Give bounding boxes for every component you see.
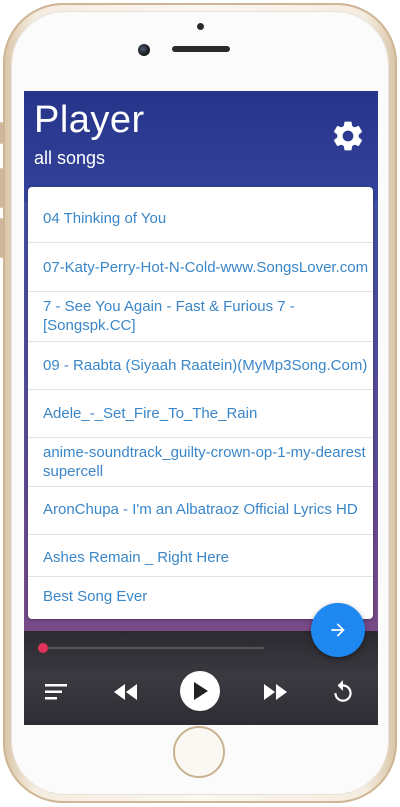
phone-side-button <box>0 122 3 144</box>
song-title: Best Song Ever <box>43 588 148 605</box>
progress-track[interactable] <box>42 647 264 649</box>
app-header: Player all songs <box>24 91 378 201</box>
list-item[interactable]: Adele_-_Set_Fire_To_The_Rain <box>28 390 373 438</box>
phone-volume-up <box>0 168 3 208</box>
list-item[interactable]: 07-Katy-Perry-Hot-N-Cold-www.SongsLover.… <box>28 243 373 292</box>
arrow-right-icon <box>331 623 345 637</box>
song-title: 7 - See You Again - Fast & Furious 7 - [… <box>43 298 295 334</box>
list-item[interactable]: 04 Thinking of You <box>28 187 373 243</box>
app-screen: Player all songs 04 Thinking of You 07-K… <box>24 91 378 725</box>
phone-camera <box>138 44 150 56</box>
page-title: Player <box>34 99 145 141</box>
phone-sensor <box>197 23 204 30</box>
progress-thumb[interactable] <box>38 643 48 653</box>
gear-icon[interactable] <box>330 118 366 154</box>
play-icon <box>194 682 208 700</box>
phone-earpiece <box>172 46 230 52</box>
song-title: AronChupa - I'm an Albatraoz Official Ly… <box>43 501 358 518</box>
song-list: 04 Thinking of You 07-Katy-Perry-Hot-N-C… <box>28 187 373 619</box>
list-item[interactable]: anime-soundtrack_guilty-crown-op-1-my-de… <box>28 438 373 487</box>
song-title: anime-soundtrack_guilty-crown-op-1-my-de… <box>43 444 366 480</box>
next-fab-button[interactable] <box>311 603 365 657</box>
song-title: 09 - Raabta (Siyaah Raatein)(MyMp3Song.C… <box>43 357 368 374</box>
repeat-icon[interactable] <box>330 679 356 705</box>
playlist-icon[interactable] <box>44 681 70 703</box>
song-title: Adele_-_Set_Fire_To_The_Rain <box>43 405 258 422</box>
song-title: 04 Thinking of You <box>43 210 167 227</box>
song-title: Ashes Remain _ Right Here <box>43 549 229 566</box>
phone-volume-down <box>0 218 3 258</box>
song-title: 07-Katy-Perry-Hot-N-Cold-www.SongsLover.… <box>43 259 369 276</box>
page-subtitle: all songs <box>34 148 106 168</box>
fast-forward-icon[interactable] <box>262 683 288 701</box>
play-button[interactable] <box>180 671 220 711</box>
rewind-icon[interactable] <box>113 683 139 701</box>
list-item[interactable]: 09 - Raabta (Siyaah Raatein)(MyMp3Song.C… <box>28 342 373 390</box>
list-item[interactable]: Ashes Remain _ Right Here <box>28 535 373 577</box>
list-item[interactable]: AronChupa - I'm an Albatraoz Official Ly… <box>28 487 373 535</box>
phone-home-button[interactable] <box>173 726 225 778</box>
list-item[interactable]: 7 - See You Again - Fast & Furious 7 - [… <box>28 292 373 342</box>
